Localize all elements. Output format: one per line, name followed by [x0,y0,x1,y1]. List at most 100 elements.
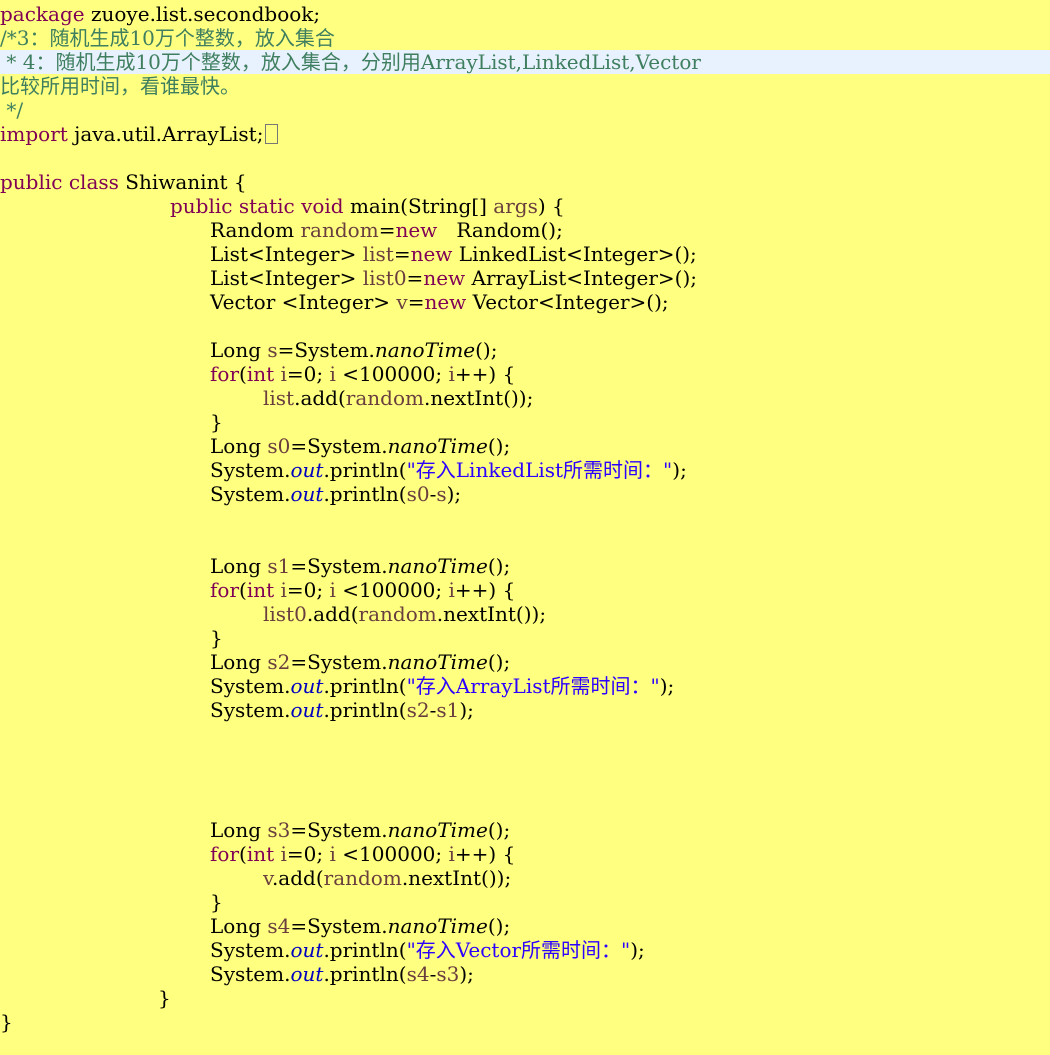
code-line[interactable]: Long s4=System.nanoTime(); [0,914,1050,938]
variable-token: list [362,242,394,266]
code-token: =System. [290,914,388,938]
code-line[interactable]: System.out.println(s2-s1); [0,698,1050,722]
code-line[interactable]: } [0,890,1050,914]
code-line[interactable]: list0.add(random.nextInt()); [0,602,1050,626]
code-token: <100000; [342,362,443,386]
variable-token: v [263,866,272,890]
code-line[interactable]: System.out.println(s0-s); [0,482,1050,506]
code-token: .nextInt()); [436,602,547,626]
variable-token: s2 [406,698,430,722]
code-line[interactable]: list.add(random.nextInt()); [0,386,1050,410]
keyword-token: new [395,218,438,242]
static-field-token: out [290,482,324,506]
code-line[interactable]: public static void main(String[] args) { [0,194,1050,218]
code-line[interactable]: } [0,410,1050,434]
variable-token: s [267,338,278,362]
keyword-token: public [170,194,233,218]
code-line[interactable]: */ [0,98,1050,122]
code-token: List<Integer> [210,242,357,266]
keyword-token: for [210,578,240,602]
variable-token: v [396,290,408,314]
string-literal-token: "存入Vector所需时间：" [406,938,631,962]
code-token: List<Integer> [210,266,357,290]
code-token: = [393,242,411,266]
code-line[interactable]: public class Shiwanint { [0,170,1050,194]
code-token: ); [630,938,645,962]
keyword-token: for [210,842,240,866]
code-token: .println( [323,482,407,506]
code-line[interactable] [0,746,1050,770]
static-field-token: out [290,674,324,698]
code-line[interactable] [0,146,1050,170]
code-line[interactable]: for(int i=0; i <100000; i++) { [0,578,1050,602]
static-method-token: nanoTime [387,914,488,938]
code-editor[interactable]: package zuoye.list.secondbook;/*3：随机生成10… [0,0,1050,1055]
code-line[interactable]: 比较所用时间，看谁最快。 [0,74,1050,98]
variable-token: s [436,482,447,506]
code-token: System. [210,938,291,962]
code-token: Vector <Integer> [210,290,391,314]
variable-token: s0 [267,434,291,458]
code-line[interactable]: Random random=new Random(); [0,218,1050,242]
code-token: } [158,986,171,1010]
code-line[interactable]: Long s1=System.nanoTime(); [0,554,1050,578]
code-token: =System. [290,434,388,458]
code-line[interactable]: import java.util.ArrayList; [0,122,1050,146]
code-line[interactable]: List<Integer> list0=new ArrayList<Intege… [0,266,1050,290]
code-token: LinkedList<Integer>(); [458,242,697,266]
code-line[interactable]: v.add(random.nextInt()); [0,866,1050,890]
comment-token: * 4：随机生成10万个整数，放入集合，分别用ArrayList,LinkedL… [0,50,701,74]
static-field-token: out [290,698,324,722]
code-line[interactable]: Long s=System.nanoTime(); [0,338,1050,362]
comment-token: /*3：随机生成10万个整数，放入集合 [0,26,335,50]
code-line[interactable]: Vector <Integer> v=new Vector<Integer>()… [0,290,1050,314]
code-line[interactable]: } [0,626,1050,650]
code-token: ++) { [454,842,516,866]
code-line[interactable]: System.out.println("存入LinkedList所需时间："); [0,458,1050,482]
code-line[interactable]: Long s0=System.nanoTime(); [0,434,1050,458]
code-line[interactable]: for(int i=0; i <100000; i++) { [0,362,1050,386]
folded-import-icon[interactable] [265,124,279,144]
comment-token: 比较所用时间，看谁最快。 [0,74,240,98]
code-token: System. [210,482,291,506]
code-line[interactable] [0,722,1050,746]
keyword-token: import [0,122,68,146]
code-line[interactable]: } [0,986,1050,1010]
code-token: System. [210,962,291,986]
code-line[interactable] [0,794,1050,818]
static-method-token: nanoTime [387,650,488,674]
code-line[interactable]: Long s2=System.nanoTime(); [0,650,1050,674]
code-line[interactable]: System.out.println("存入Vector所需时间："); [0,938,1050,962]
code-token: ); [672,458,687,482]
code-line[interactable] [0,770,1050,794]
code-line[interactable]: /*3：随机生成10万个整数，放入集合 [0,26,1050,50]
keyword-token: int [246,578,275,602]
code-line[interactable]: package zuoye.list.secondbook; [0,2,1050,26]
code-line[interactable]: System.out.println("存入ArrayList所需时间："); [0,674,1050,698]
code-token: .nextInt()); [401,866,512,890]
code-line[interactable]: for(int i=0; i <100000; i++) { [0,842,1050,866]
code-token: .println( [323,962,407,986]
code-token: } [210,626,223,650]
code-line[interactable]: List<Integer> list=new LinkedList<Intege… [0,242,1050,266]
code-token: (); [487,650,511,674]
code-token: .add( [271,866,324,890]
static-method-token: nanoTime [387,818,488,842]
code-line[interactable]: * 4：随机生成10万个整数，放入集合，分别用ArrayList,LinkedL… [0,50,1050,74]
variable-token: list [263,386,295,410]
static-method-token: nanoTime [387,434,488,458]
keyword-token: class [68,170,119,194]
variable-token: s0 [406,482,430,506]
code-token: Long [210,338,262,362]
code-line[interactable]: System.out.println(s4-s3); [0,962,1050,986]
code-line[interactable]: Long s3=System.nanoTime(); [0,818,1050,842]
variable-token: random [300,218,379,242]
variable-token: i [329,842,336,866]
code-line[interactable]: } [0,1010,1050,1034]
code-line[interactable] [0,530,1050,554]
code-line[interactable] [0,506,1050,530]
code-line[interactable] [0,314,1050,338]
code-token: ( [239,362,247,386]
code-token: } [210,410,223,434]
static-field-token: out [290,962,324,986]
